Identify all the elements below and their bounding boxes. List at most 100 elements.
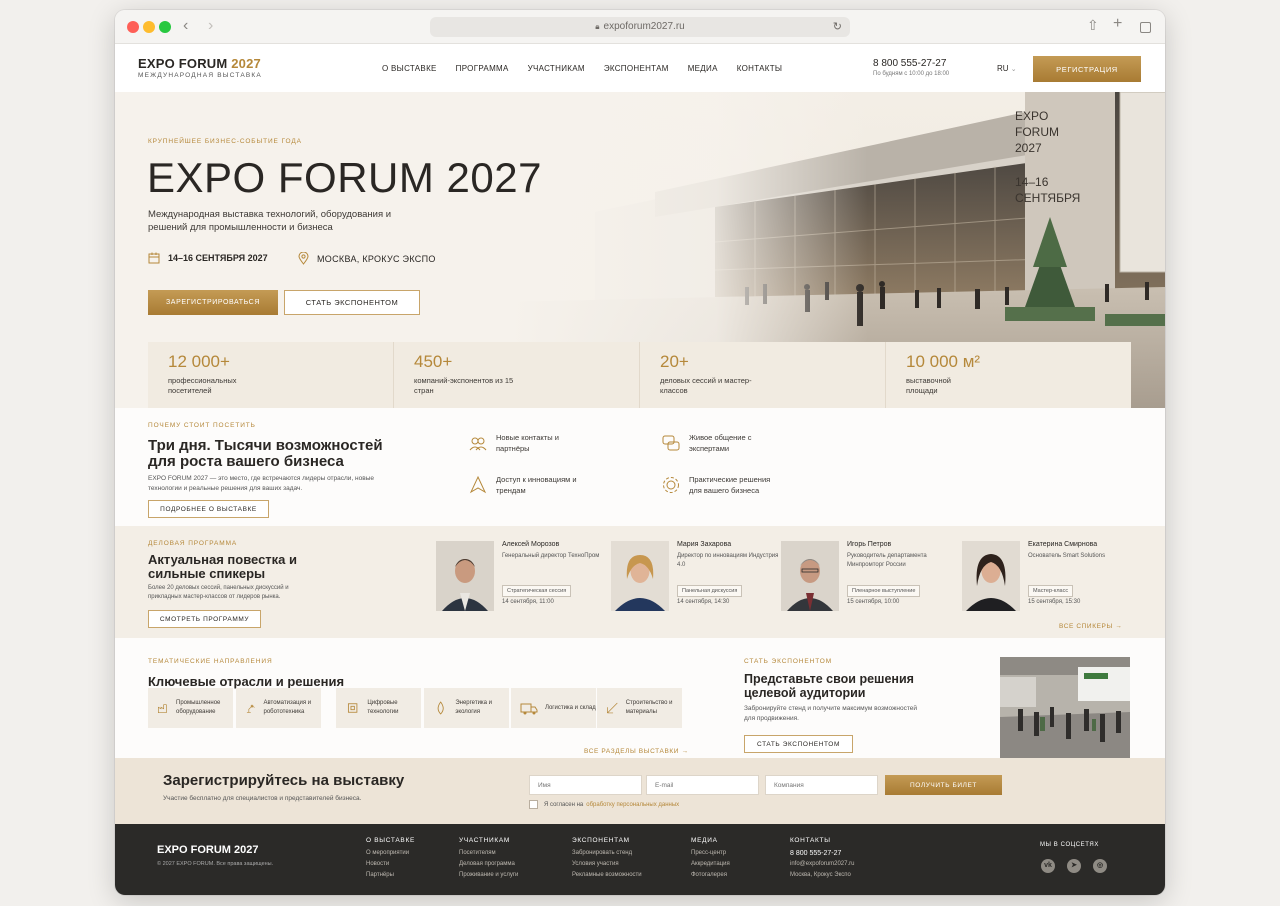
truck-icon (520, 703, 538, 715)
footer-column-media: МЕДИА Пресс-центр Аккредитация Фотогалер… (691, 837, 730, 881)
speaker-photo (611, 541, 669, 611)
hero-register-button[interactable]: ЗАРЕГИСТРИРОВАТЬСЯ (148, 290, 278, 315)
footer-link[interactable]: Фотогалерея (691, 870, 730, 881)
why-visit-section: ПОЧЕМУ СТОИТ ПОСЕТИТЬ Три дня. Тысячи во… (115, 408, 1165, 526)
direction-tile[interactable]: Логистика и склад (511, 688, 596, 728)
location-pin-icon (298, 252, 309, 265)
registration-subtitle: Участие бесплатно для специалистов и пре… (163, 795, 362, 802)
ok-icon[interactable]: ◎ (1093, 859, 1107, 873)
footer-link[interactable]: Пресс-центр (691, 848, 730, 859)
footer-link[interactable]: Деловая программа (459, 859, 518, 870)
logo-year: 2027 (231, 56, 261, 71)
address-bar[interactable]: 🔒︎ expoforum2027.ru ↻ (430, 17, 850, 37)
why-eyebrow: ПОЧЕМУ СТОИТ ПОСЕТИТЬ (148, 422, 256, 429)
back-icon[interactable]: ‹ (183, 17, 188, 35)
footer-column-title: МЕДИА (691, 837, 718, 844)
footer-column-about: О ВЫСТАВКЕ О мероприятии Новости Партнёр… (366, 837, 415, 881)
session-date: 15 сентября, 10:00 (847, 599, 900, 605)
view-program-button[interactable]: СМОТРЕТЬ ПРОГРАММУ (148, 610, 261, 628)
header-phone[interactable]: 8 800 555-27-27 (873, 58, 946, 69)
name-input[interactable] (529, 775, 642, 795)
footer-email[interactable]: info@expoforum2027.ru (790, 859, 854, 870)
direction-tile[interactable]: Автоматизация и робототехника (236, 688, 321, 728)
footer-link[interactable]: Забронировать стенд (572, 848, 642, 859)
direction-label: Цифровые технологии (367, 700, 399, 715)
tabs-overview-icon[interactable] (1140, 20, 1151, 36)
all-speakers-link[interactable]: ВСЕ СПИКЕРЫ → (1059, 623, 1122, 630)
logo-title: EXPO FORUM (138, 56, 228, 71)
calendar-icon (148, 252, 160, 264)
nav-media[interactable]: МЕДИА (688, 64, 718, 73)
header-register-button[interactable]: РЕГИСТРАЦИЯ (1033, 56, 1141, 82)
hero-exhibitor-button[interactable]: СТАТЬ ЭКСПОНЕНТОМ (284, 290, 420, 315)
footer-link[interactable]: Рекламные возможности (572, 870, 642, 881)
maximize-window-button[interactable] (159, 21, 171, 33)
company-input[interactable] (765, 775, 878, 795)
phone-hours: По будням с 10:00 до 18:00 (873, 71, 950, 77)
vk-icon[interactable]: vk (1041, 859, 1055, 873)
direction-tile[interactable]: Строительство и материалы (597, 688, 682, 728)
nav-about[interactable]: О ВЫСТАВКЕ (382, 64, 437, 73)
browser-window: ‹ › 🔒︎ expoforum2027.ru ↻ ⇧ + EXPO FORUM … (115, 10, 1165, 895)
footer-link[interactable]: Условия участия (572, 859, 642, 870)
consent-row: Я согласен на обработку персональных данн… (529, 800, 679, 809)
speaker-role: Генеральный директор ТехноПром (502, 553, 600, 559)
share-icon[interactable]: ⇧ (1087, 17, 1099, 34)
minimize-window-button[interactable] (143, 21, 155, 33)
nav-program[interactable]: ПРОГРАММА (456, 64, 509, 73)
language-select[interactable]: RU ⌄ (997, 64, 1017, 73)
site-header: EXPO FORUM 2027 МЕЖДУНАРОДНАЯ ВЫСТАВКА О… (115, 44, 1165, 92)
exhibitor-button[interactable]: СТАТЬ ЭКСПОНЕНТОМ (744, 735, 853, 753)
telegram-icon[interactable]: ➤ (1067, 859, 1081, 873)
stat-value: 12 000+ (168, 352, 230, 371)
feature-contacts: Новые контакты и партнёры (468, 432, 586, 454)
consent-link[interactable]: обработку персональных данных (586, 802, 679, 808)
logo[interactable]: EXPO FORUM 2027 (138, 56, 261, 71)
footer-link[interactable]: Новости (366, 859, 415, 870)
direction-tile[interactable]: Промышленное оборудование (148, 688, 233, 728)
speaker-role: Руководитель департамента Минпромторг Ро… (847, 553, 927, 568)
hero-location-text: МОСКВА, КРОКУС ЭКСПО (317, 253, 436, 264)
stat-label: компаний-экспонентов из 15 стран (414, 376, 514, 395)
footer-link[interactable]: Посетителям (459, 848, 518, 859)
speaker-card[interactable]: Алексей Морозов Генеральный директор Тех… (436, 541, 606, 613)
footer-column-title: КОНТАКТЫ (790, 837, 831, 844)
speaker-role: Основатель Smart Solutions (1028, 553, 1106, 559)
leaf-drop-icon (437, 701, 444, 715)
close-window-button[interactable] (127, 21, 139, 33)
about-more-button[interactable]: ПОДРОБНЕЕ О ВЫСТАВКЕ (148, 500, 269, 518)
nav-contacts[interactable]: КОНТАКТЫ (737, 64, 783, 73)
speaker-card[interactable]: Екатерина Смирнова Основатель Smart Solu… (962, 541, 1132, 613)
social-title: МЫ В СОЦСЕТЯХ (1040, 842, 1099, 848)
hero-date: 14–16 СЕНТЯБРЯ 2027 (148, 252, 268, 264)
lock-icon: 🔒︎ (595, 22, 600, 31)
forward-icon[interactable]: › (208, 17, 213, 35)
footer-link[interactable]: Проживание и услуги (459, 870, 518, 881)
footer-link[interactable]: О мероприятии (366, 848, 415, 859)
direction-label: Строительство и материалы (625, 700, 673, 715)
footer-link[interactable]: Партнёры (366, 870, 415, 881)
nav-participants[interactable]: УЧАСТНИКАМ (528, 64, 585, 73)
footer-link[interactable]: Аккредитация (691, 859, 730, 870)
nav-exhibitors[interactable]: ЭКСПОНЕНТАМ (604, 64, 669, 73)
speaker-card[interactable]: Мария Захарова Директор по инновациям Ин… (611, 541, 781, 613)
get-ticket-button[interactable]: ПОЛУЧИТЬ БИЛЕТ (885, 775, 1002, 795)
gear-icon (663, 477, 679, 493)
footer-column-participants: УЧАСТНИКАМ Посетителям Деловая программа… (459, 837, 518, 881)
speaker-card[interactable]: Игорь Петров Руководитель департамента М… (781, 541, 951, 613)
footer-phone[interactable]: 8 800 555-27-27 (790, 848, 854, 859)
all-sections-link[interactable]: ВСЕ РАЗДЕЛЫ ВЫСТАВКИ → (584, 748, 689, 755)
email-input[interactable] (646, 775, 759, 795)
reload-icon[interactable]: ↻ (833, 17, 842, 37)
speaker-name: Алексей Морозов (502, 541, 560, 548)
session-type-badge: Стратегическая сессия (502, 585, 572, 597)
arrow-right-icon: → (681, 748, 689, 755)
footer-logo[interactable]: EXPO FORUM 2027 (157, 844, 258, 856)
direction-tile[interactable]: Цифровые технологии (336, 688, 421, 728)
stat-value: 10 000 м² (906, 352, 981, 371)
direction-tile[interactable]: Энергетика и экология (424, 688, 509, 728)
footer-column-title: УЧАСТНИКАМ (459, 837, 511, 844)
new-tab-icon[interactable]: + (1113, 15, 1122, 33)
banner-line-1: EXPO (1015, 109, 1049, 123)
consent-checkbox[interactable] (529, 800, 538, 809)
